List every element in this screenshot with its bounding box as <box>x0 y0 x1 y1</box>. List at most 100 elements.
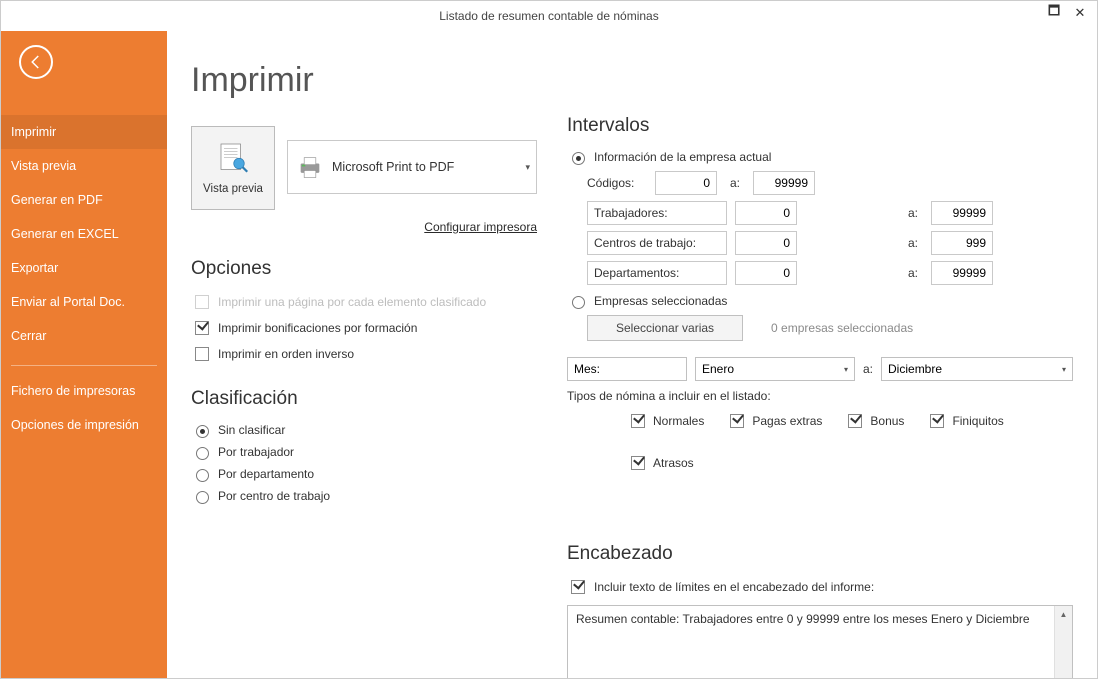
sidebar-item-cerrar[interactable]: Cerrar <box>1 319 167 353</box>
tipo-pagas-extras-checkbox[interactable] <box>730 414 744 428</box>
codigos-row: Códigos: a: <box>587 171 1073 195</box>
sidebar-divider <box>11 365 157 366</box>
tipo-normales-checkbox[interactable] <box>631 414 645 428</box>
tipo-finiquitos[interactable]: Finiquitos <box>926 411 1003 431</box>
info-empresa-actual[interactable]: Información de la empresa actual <box>567 149 1073 165</box>
clas-por-trabajador-radio[interactable] <box>196 447 209 460</box>
vista-previa-button[interactable]: Vista previa <box>191 126 275 210</box>
seleccionar-varias-button[interactable]: Seleccionar varias <box>587 315 743 341</box>
printer-dropdown[interactable]: Microsoft Print to PDF ▾ <box>287 140 537 194</box>
clas-por-centro[interactable]: Por centro de trabajo <box>191 488 537 504</box>
scroll-up-icon[interactable]: ▲ <box>1055 606 1072 623</box>
mes-label-box: Mes: <box>567 357 687 381</box>
opt-bonificaciones[interactable]: Imprimir bonificaciones por formación <box>191 318 537 338</box>
opt-orden-inverso-checkbox[interactable] <box>195 347 209 361</box>
centros-from-input[interactable] <box>735 231 797 255</box>
info-empresa-actual-radio[interactable] <box>572 152 585 165</box>
tipo-finiquitos-checkbox[interactable] <box>930 414 944 428</box>
tipo-atrasos[interactable]: Atrasos <box>627 453 694 473</box>
maximize-icon[interactable]: 🗖 <box>1041 3 1067 23</box>
clas-por-centro-radio[interactable] <box>196 491 209 504</box>
tipo-bonus[interactable]: Bonus <box>844 411 904 431</box>
sidebar-item-label: Opciones de impresión <box>11 418 139 432</box>
header-text-area[interactable] <box>567 605 1073 678</box>
mes-from-value: Enero <box>702 362 844 376</box>
codigos-to-input[interactable] <box>753 171 815 195</box>
tipo-pagas-extras[interactable]: Pagas extras <box>726 411 822 431</box>
section-clasificacion: Clasificación <box>191 388 537 410</box>
checkbox-label: Finiquitos <box>952 414 1003 428</box>
empresas-seleccionadas[interactable]: Empresas seleccionadas <box>567 293 1073 309</box>
checkbox-label: Atrasos <box>653 456 694 470</box>
sidebar-item-fichero-impresoras[interactable]: Fichero de impresoras <box>1 374 167 408</box>
sidebar-item-label: Enviar al Portal Doc. <box>11 295 125 309</box>
mes-from-dropdown[interactable]: Enero ▾ <box>695 357 855 381</box>
empresas-count: 0 empresas seleccionadas <box>771 321 913 335</box>
opt-pagina-por-elemento-checkbox <box>195 295 209 309</box>
tipo-bonus-checkbox[interactable] <box>848 414 862 428</box>
centros-to-input[interactable] <box>931 231 993 255</box>
empresas-seleccionadas-radio[interactable] <box>572 296 585 309</box>
clas-por-trabajador[interactable]: Por trabajador <box>191 444 537 460</box>
checkbox-label: Imprimir en orden inverso <box>218 347 354 361</box>
codigos-label: Códigos: <box>587 176 647 190</box>
sidebar-item-imprimir[interactable]: Imprimir <box>1 115 167 149</box>
print-dialog-window: Listado de resumen contable de nóminas 🗖… <box>0 0 1098 679</box>
section-intervalos: Intervalos <box>567 115 1073 137</box>
sidebar-item-opciones-impresion[interactable]: Opciones de impresión <box>1 408 167 442</box>
sidebar-item-label: Vista previa <box>11 159 76 173</box>
printer-name: Microsoft Print to PDF <box>332 160 525 174</box>
printer-icon <box>296 153 324 181</box>
vista-previa-label: Vista previa <box>203 183 263 195</box>
opt-pagina-por-elemento: Imprimir una página por cada elemento cl… <box>191 292 537 312</box>
incluir-texto-limites-checkbox[interactable] <box>571 580 585 594</box>
incluir-texto-limites[interactable]: Incluir texto de límites en el encabezad… <box>567 577 1073 597</box>
trabajadores-from-input[interactable] <box>735 201 797 225</box>
window-title: Listado de resumen contable de nóminas <box>439 9 658 23</box>
close-icon[interactable]: ✕ <box>1067 3 1093 23</box>
clas-sin-clasificar[interactable]: Sin clasificar <box>191 422 537 438</box>
codigos-from-input[interactable] <box>655 171 717 195</box>
opt-orden-inverso[interactable]: Imprimir en orden inverso <box>191 344 537 364</box>
sidebar-item-enviar-portal[interactable]: Enviar al Portal Doc. <box>1 285 167 319</box>
sidebar-item-label: Generar en EXCEL <box>11 227 119 241</box>
trabajadores-label: Trabajadores: <box>587 201 727 225</box>
sidebar-item-generar-pdf[interactable]: Generar en PDF <box>1 183 167 217</box>
clas-por-departamento-radio[interactable] <box>196 469 209 482</box>
clas-por-departamento[interactable]: Por departamento <box>191 466 537 482</box>
sidebar-item-vista-previa[interactable]: Vista previa <box>1 149 167 183</box>
centros-label: Centros de trabajo: <box>587 231 727 255</box>
mes-to-dropdown[interactable]: Diciembre ▾ <box>881 357 1073 381</box>
checkbox-label: Bonus <box>870 414 904 428</box>
radio-label: Información de la empresa actual <box>594 150 771 164</box>
sidebar: Imprimir Vista previa Generar en PDF Gen… <box>1 31 167 678</box>
radio-label: Por trabajador <box>218 445 294 459</box>
departamentos-to-input[interactable] <box>931 261 993 285</box>
departamentos-row: Departamentos: a: a: <box>587 261 1073 285</box>
sidebar-item-generar-excel[interactable]: Generar en EXCEL <box>1 217 167 251</box>
sidebar-item-label: Cerrar <box>11 329 46 343</box>
clas-sin-clasificar-radio[interactable] <box>196 425 209 438</box>
trabajadores-to-input[interactable] <box>931 201 993 225</box>
tipos-label: Tipos de nómina a incluir en el listado: <box>567 389 1073 403</box>
chevron-down-icon: ▾ <box>1062 365 1066 374</box>
a-label: a: <box>903 236 923 250</box>
a-label: a: <box>903 266 923 280</box>
sidebar-item-label: Fichero de impresoras <box>11 384 135 398</box>
opt-bonificaciones-checkbox[interactable] <box>195 321 209 335</box>
tipo-atrasos-checkbox[interactable] <box>631 456 645 470</box>
departamentos-from-input[interactable] <box>735 261 797 285</box>
configure-printer-link[interactable]: Configurar impresora <box>191 220 537 234</box>
back-button[interactable] <box>19 45 53 79</box>
checkbox-label: Incluir texto de límites en el encabezad… <box>594 580 874 594</box>
section-opciones: Opciones <box>191 258 537 280</box>
checkbox-label: Imprimir una página por cada elemento cl… <box>218 295 486 309</box>
sidebar-item-label: Imprimir <box>11 125 56 139</box>
sidebar-item-exportar[interactable]: Exportar <box>1 251 167 285</box>
chevron-down-icon: ▾ <box>844 365 848 374</box>
centros-row: Centros de trabajo: a: a: <box>587 231 1073 255</box>
tipo-normales[interactable]: Normales <box>627 411 704 431</box>
trabajadores-row: Trabajadores: a: a: <box>587 201 1073 225</box>
titlebar: Listado de resumen contable de nóminas 🗖… <box>1 1 1097 31</box>
mes-label: Mes: <box>574 362 680 376</box>
